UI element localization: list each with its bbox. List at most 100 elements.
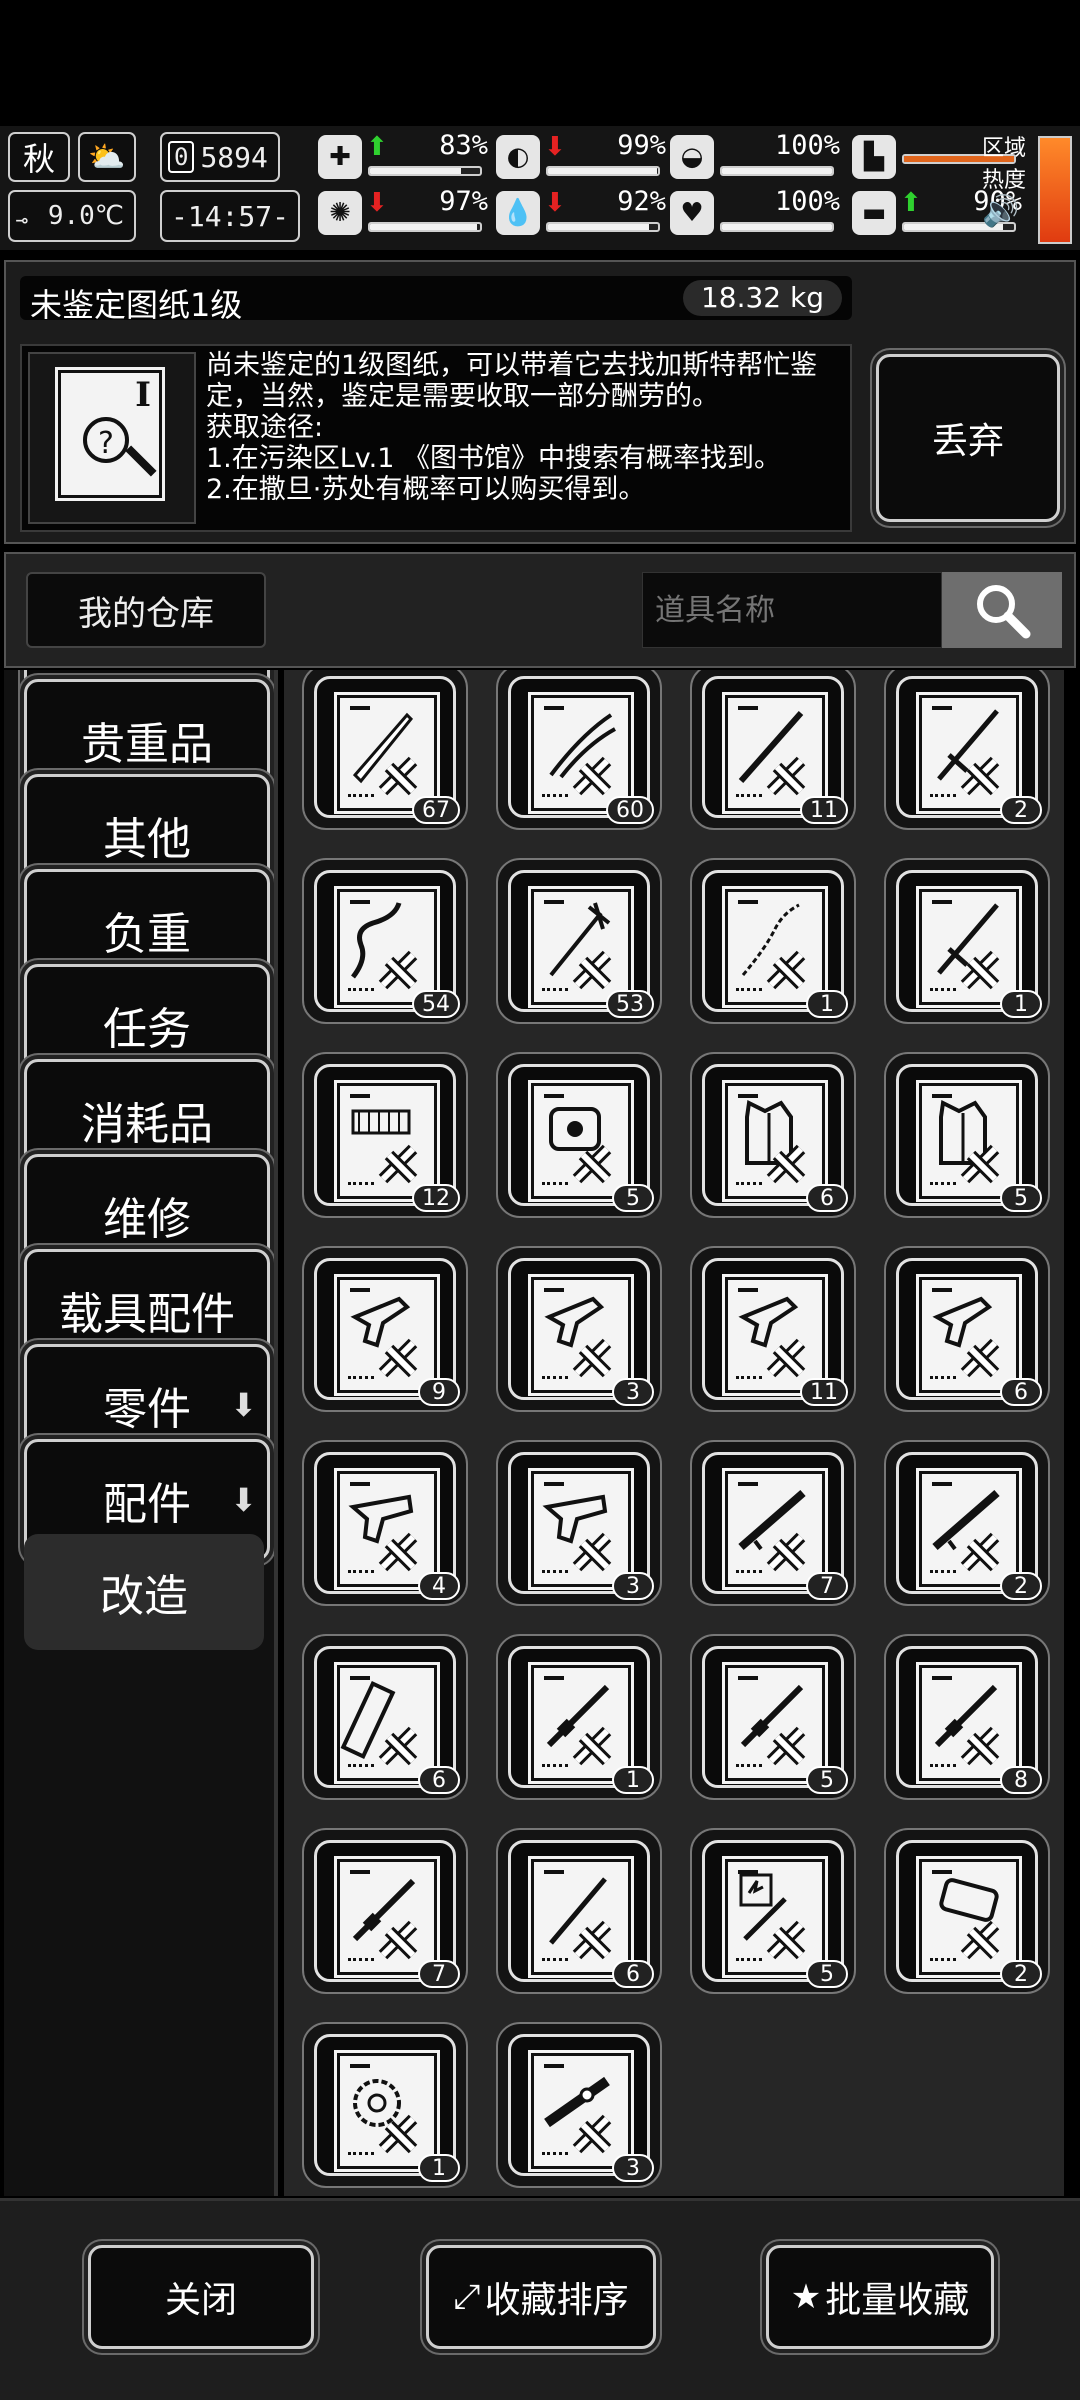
stat-brain: ✺ ⬇ 97% [318,186,488,238]
search-button[interactable] [942,572,1062,648]
item-count-badge: 1 [806,990,848,1018]
stat-value: 92% [617,186,666,217]
item-count-badge: 53 [606,990,654,1018]
close-button[interactable]: 关闭 [88,2245,314,2349]
inventory-slot[interactable]: 2 [884,1440,1050,1606]
item-count-badge: 9 [418,1378,460,1406]
my-warehouse-tab[interactable]: 我的仓库 [26,572,266,648]
item-count-badge: 7 [418,1960,460,1988]
inventory-slot[interactable]: 3 [496,1246,662,1412]
search-icon [977,585,1031,639]
inventory-slot[interactable]: 1 [884,858,1050,1024]
item-description: 尚未鉴定的1级图纸，可以带着它去找加斯特帮忙鉴定，当然，鉴定是需要收取一部分酬劳… [206,350,818,505]
trend-down-icon: ⬇ [544,132,566,162]
inventory-slot[interactable]: 11 [690,1246,856,1412]
inventory-slot[interactable]: 2 [884,670,1050,830]
item-count-badge: 5 [806,1960,848,1988]
item-count-badge: 54 [412,990,460,1018]
item-count-badge: 1 [418,2154,460,2182]
item-weight: 18.32 kg [682,280,842,316]
boot-icon: ▙ [852,135,896,179]
inventory-slot[interactable]: 1 [690,858,856,1024]
item-count-badge: 12 [412,1184,460,1212]
item-detail-panel: 未鉴定图纸1级 18.32 kg I ? 尚未鉴定的1级图纸，可以带着它去找加斯… [4,260,1076,544]
inventory-slot[interactable]: 6 [884,1246,1050,1412]
water-drop-icon: 💧 [496,191,540,235]
stat-bar [720,166,834,176]
season-label: 秋 [22,140,55,178]
season-badge: 秋 [8,132,70,182]
item-count-badge: 6 [1000,1378,1042,1406]
item-description-box: I ? 尚未鉴定的1级图纸，可以带着它去找加斯特帮忙鉴定，当然，鉴定是需要收取一… [20,344,852,532]
item-count-badge: 5 [806,1766,848,1794]
inventory-slot[interactable]: 12 [302,1052,468,1218]
item-title-bar: 未鉴定图纸1级 18.32 kg [20,276,852,324]
batch-favorite-button[interactable]: ★ 批量收藏 [766,2245,994,2349]
stomach-icon: ◐ [496,135,540,179]
item-count-badge: 2 [1000,796,1042,824]
inventory-slot[interactable]: 9 [302,1246,468,1412]
item-count-badge: 6 [806,1184,848,1212]
item-count-badge: 8 [1000,1766,1042,1794]
item-grid[interactable]: 67 60 11 2 54 53 1 1 12 5 6 5 9 3 11 6 4 3 7 2 6 1 5 8 7 6 5 2 1 3 [284,670,1064,2196]
stat-value: 100% [774,130,840,161]
inventory-slot[interactable]: 8 [884,1634,1050,1800]
stat-bar [546,222,660,232]
trend-up-icon: ⬆ [366,132,388,162]
inventory-slot[interactable]: 6 [496,1828,662,1994]
favorite-sort-label: 收藏排序 [484,2280,629,2321]
item-count-badge: 7 [806,1572,848,1600]
inventory-slot[interactable]: 3 [496,2022,662,2188]
inventory-slot[interactable]: 6 [690,1052,856,1218]
category-button[interactable]: 改造 [24,1534,264,1650]
inventory-slot[interactable]: 7 [690,1440,856,1606]
blueprint-grade-letter: I [135,375,151,415]
zone-heat-label-1: 区域 [982,136,1027,161]
discard-button[interactable]: 丢弃 [876,354,1060,522]
magnifier-question-icon: ? [83,417,129,463]
inventory-slot[interactable]: 1 [302,2022,468,2188]
inventory-slot[interactable]: 60 [496,670,662,830]
inventory-slot[interactable]: 6 [302,1634,468,1800]
inventory-slot[interactable]: 2 [884,1828,1050,1994]
inventory-slot[interactable]: 67 [302,670,468,830]
item-search-input[interactable] [642,572,942,648]
item-count-badge: 3 [612,2154,654,2182]
inventory-slot[interactable]: 11 [690,670,856,830]
stat-stomach: ◐ ⬇ 99% [496,130,666,182]
speaker-icon[interactable]: 🔊 [982,194,1042,229]
item-count-badge: 5 [612,1184,654,1212]
trend-down-icon: ⬇ [366,188,388,218]
category-sidebar[interactable]: 材料贵重品其他负重任务消耗品维修载具配件零件 ⬇ 配件 ⬇ 改造 [4,670,278,2196]
stat-bar [368,166,482,176]
inventory-slot[interactable]: 5 [496,1052,662,1218]
item-count-badge: 3 [612,1378,654,1406]
favorite-sort-button[interactable]: ⤢ 收藏排序 [426,2245,656,2349]
zone-heat: 区域 热度 🔊 [982,130,1042,242]
batch-favorite-label: 批量收藏 [825,2280,970,2321]
item-count-badge: 11 [800,796,848,824]
inventory-slot[interactable]: 4 [302,1440,468,1606]
inventory-slot[interactable]: 53 [496,858,662,1024]
stat-bar [546,166,660,176]
category-label: 其他 [103,814,191,865]
stat-heart: ♥ 100% [670,186,840,238]
category-label: 零件 [103,1384,191,1435]
inventory-slot[interactable]: 3 [496,1440,662,1606]
money-box: 0 5894 [160,132,280,182]
item-count-badge: 5 [1000,1184,1042,1212]
inventory-slot[interactable]: 1 [496,1634,662,1800]
item-count-badge: 6 [612,1960,654,1988]
inventory-slot[interactable]: 5 [690,1634,856,1800]
inventory-slot[interactable]: 5 [690,1828,856,1994]
stat-capsule: ◒ 100% [670,130,840,182]
discard-label: 丢弃 [931,421,1004,462]
category-label: 改造 [100,1571,188,1622]
stars-icon: ★ [790,2277,822,2317]
inventory-slot[interactable]: 7 [302,1828,468,1994]
temperature-value: 9.0℃ [47,201,124,231]
inventory-slot[interactable]: 54 [302,858,468,1024]
temperature-box: ⊸ 9.0℃ [8,190,136,242]
warehouse-header: 我的仓库 [4,552,1076,668]
inventory-slot[interactable]: 5 [884,1052,1050,1218]
